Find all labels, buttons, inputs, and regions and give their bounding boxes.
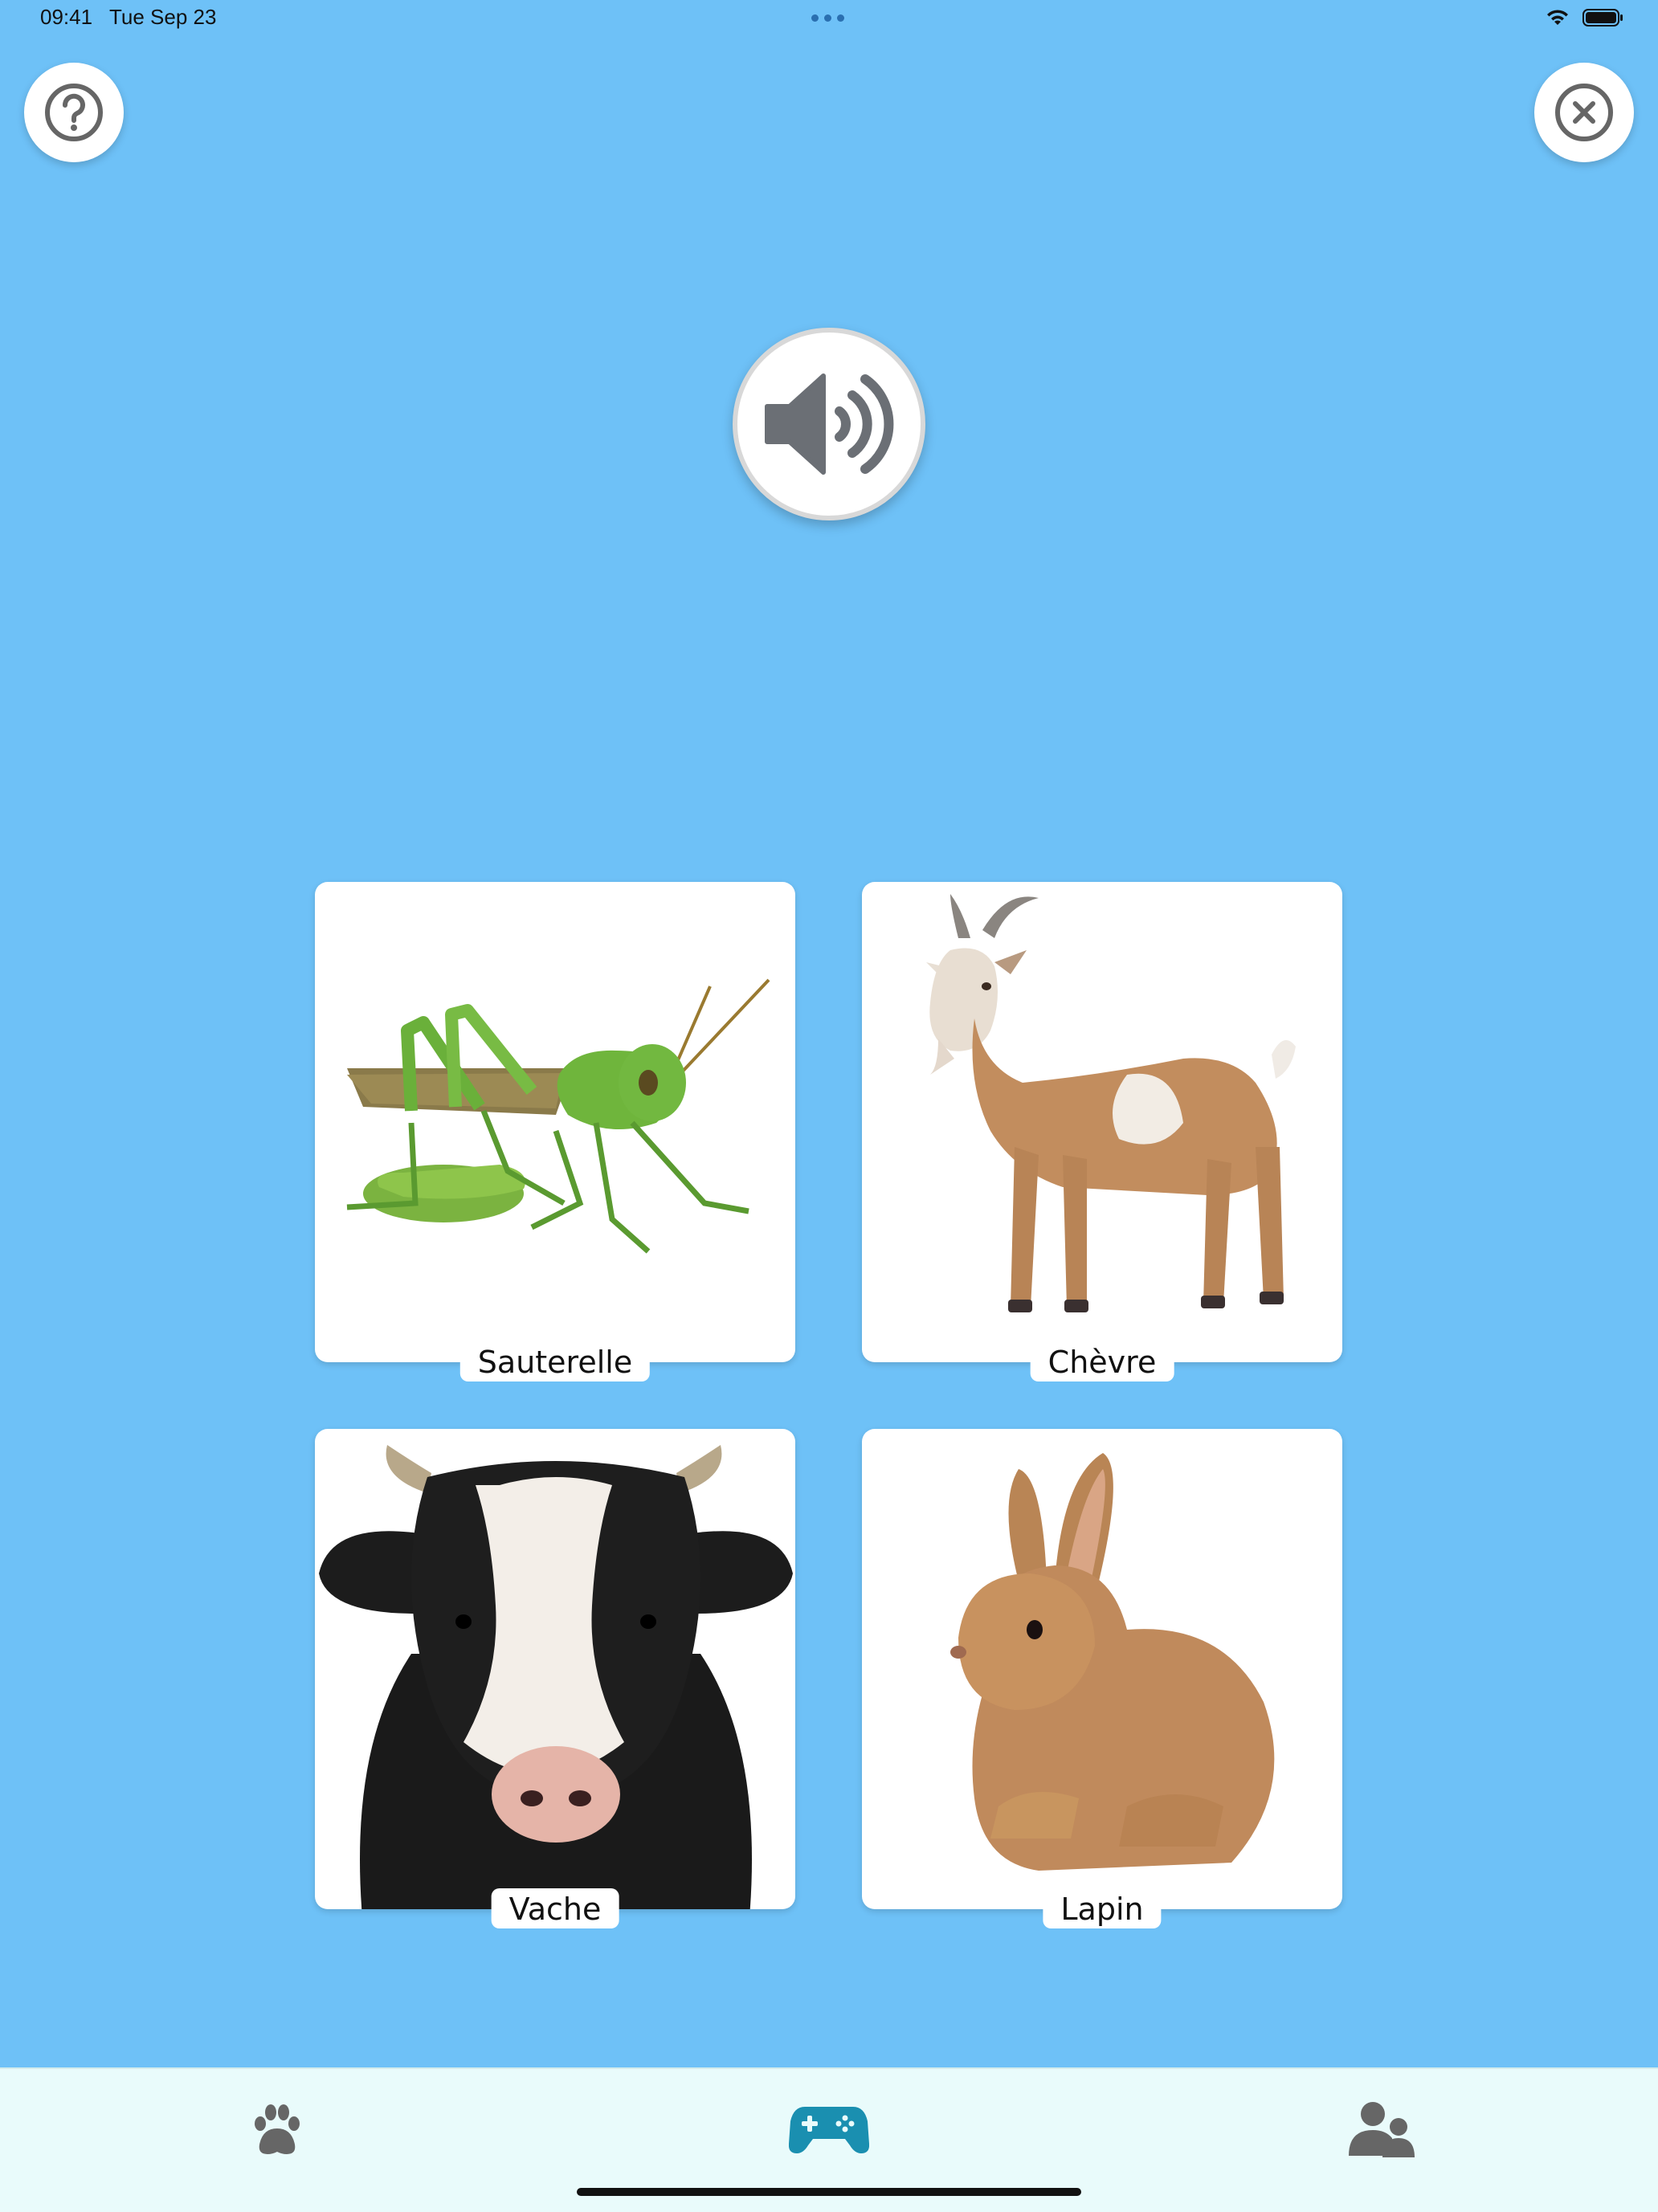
close-circle-icon: [1555, 84, 1613, 141]
speaker-icon: [765, 373, 894, 475]
question-circle-icon: [45, 84, 103, 141]
answer-card-goat[interactable]: Chèvre: [862, 882, 1342, 1381]
play-sound-button[interactable]: [733, 328, 925, 520]
card-label: Lapin: [1043, 1888, 1162, 1928]
status-time: 09:41: [40, 5, 93, 29]
gamepad-icon: [789, 2107, 869, 2153]
rabbit-image: [862, 1429, 1342, 1909]
card-label: Sauterelle: [459, 1341, 651, 1381]
paw-icon: [255, 2104, 300, 2154]
answer-card-cow[interactable]: Vache: [315, 1429, 795, 1928]
status-icons: [1546, 8, 1624, 27]
multitasking-dots-icon[interactable]: [811, 14, 844, 22]
card-label: Vache: [491, 1888, 619, 1928]
cow-image: [315, 1429, 795, 1909]
tab-profile[interactable]: [1342, 2093, 1422, 2165]
status-date: Tue Sep 23: [109, 5, 217, 29]
goat-image: [862, 882, 1342, 1362]
users-icon: [1349, 2102, 1415, 2157]
answer-card-rabbit[interactable]: Lapin: [862, 1429, 1342, 1928]
home-indicator: [577, 2188, 1081, 2196]
tab-animals[interactable]: [237, 2093, 317, 2165]
close-button[interactable]: [1534, 63, 1634, 162]
status-bar: 09:41 Tue Sep 23: [0, 0, 1658, 40]
card-label: Chèvre: [1030, 1341, 1174, 1381]
answer-card-grasshopper[interactable]: Sauterelle: [315, 882, 795, 1381]
help-button[interactable]: [24, 63, 124, 162]
battery-icon: [1582, 9, 1623, 27]
grasshopper-image: [315, 882, 795, 1362]
wifi-icon: [1547, 10, 1568, 25]
tab-games[interactable]: [789, 2093, 869, 2165]
